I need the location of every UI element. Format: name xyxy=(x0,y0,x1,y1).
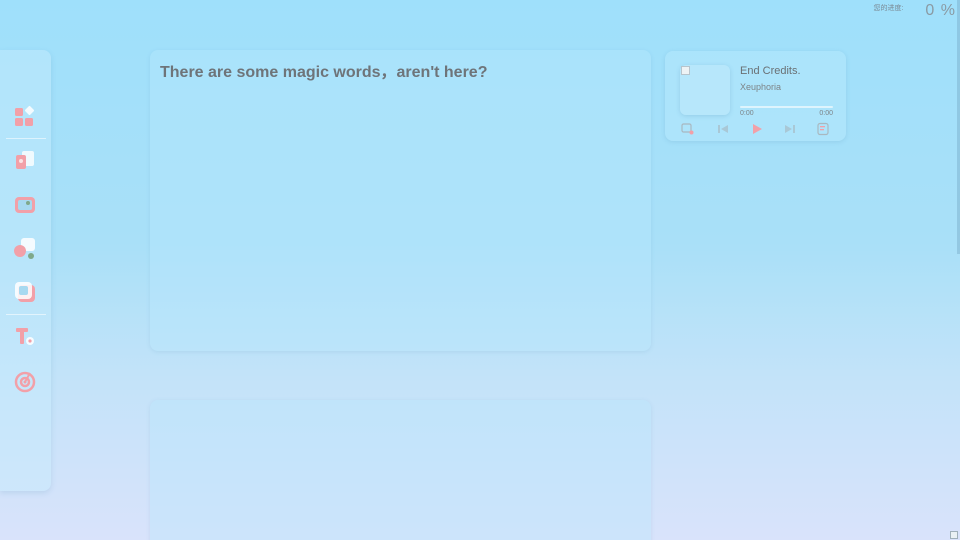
layers-icon[interactable] xyxy=(13,280,37,304)
total-time: 0:00 xyxy=(819,110,833,117)
progress-indicator: 您的进度: 0 % xyxy=(873,2,956,20)
song-artist: Xeuphoria xyxy=(740,82,782,92)
lower-card xyxy=(150,400,651,540)
progress-label: 您的进度: xyxy=(873,5,904,12)
apps-grid-icon[interactable] xyxy=(13,105,37,129)
cards-icon[interactable] xyxy=(13,148,37,172)
album-cover xyxy=(680,65,730,115)
next-icon[interactable] xyxy=(783,122,797,136)
current-time: 0:00 xyxy=(740,110,754,117)
sidebar-divider xyxy=(6,314,46,315)
previous-icon[interactable] xyxy=(716,122,730,136)
music-player: End Credits. Xeuphoria 0:00 0:00 xyxy=(665,51,846,141)
sidebar xyxy=(0,50,51,491)
lyrics-icon[interactable] xyxy=(816,122,830,136)
song-progress-bar[interactable] xyxy=(740,106,833,108)
shapes-icon[interactable] xyxy=(13,236,37,260)
song-title: End Credits. xyxy=(740,65,801,77)
player-controls xyxy=(680,122,835,136)
card-title: There are some magic words，aren't here? xyxy=(160,64,488,81)
sidebar-divider xyxy=(6,138,46,139)
text-tool-icon[interactable] xyxy=(13,325,37,349)
broken-image-icon xyxy=(950,531,958,539)
progress-value: 0 % xyxy=(925,2,956,19)
play-icon[interactable] xyxy=(750,122,764,136)
broken-image-icon xyxy=(681,66,690,75)
main-card: There are some magic words，aren't here? xyxy=(150,50,651,351)
playlist-icon[interactable] xyxy=(681,122,695,136)
target-icon[interactable] xyxy=(13,369,37,393)
image-frame-icon[interactable] xyxy=(13,193,37,217)
